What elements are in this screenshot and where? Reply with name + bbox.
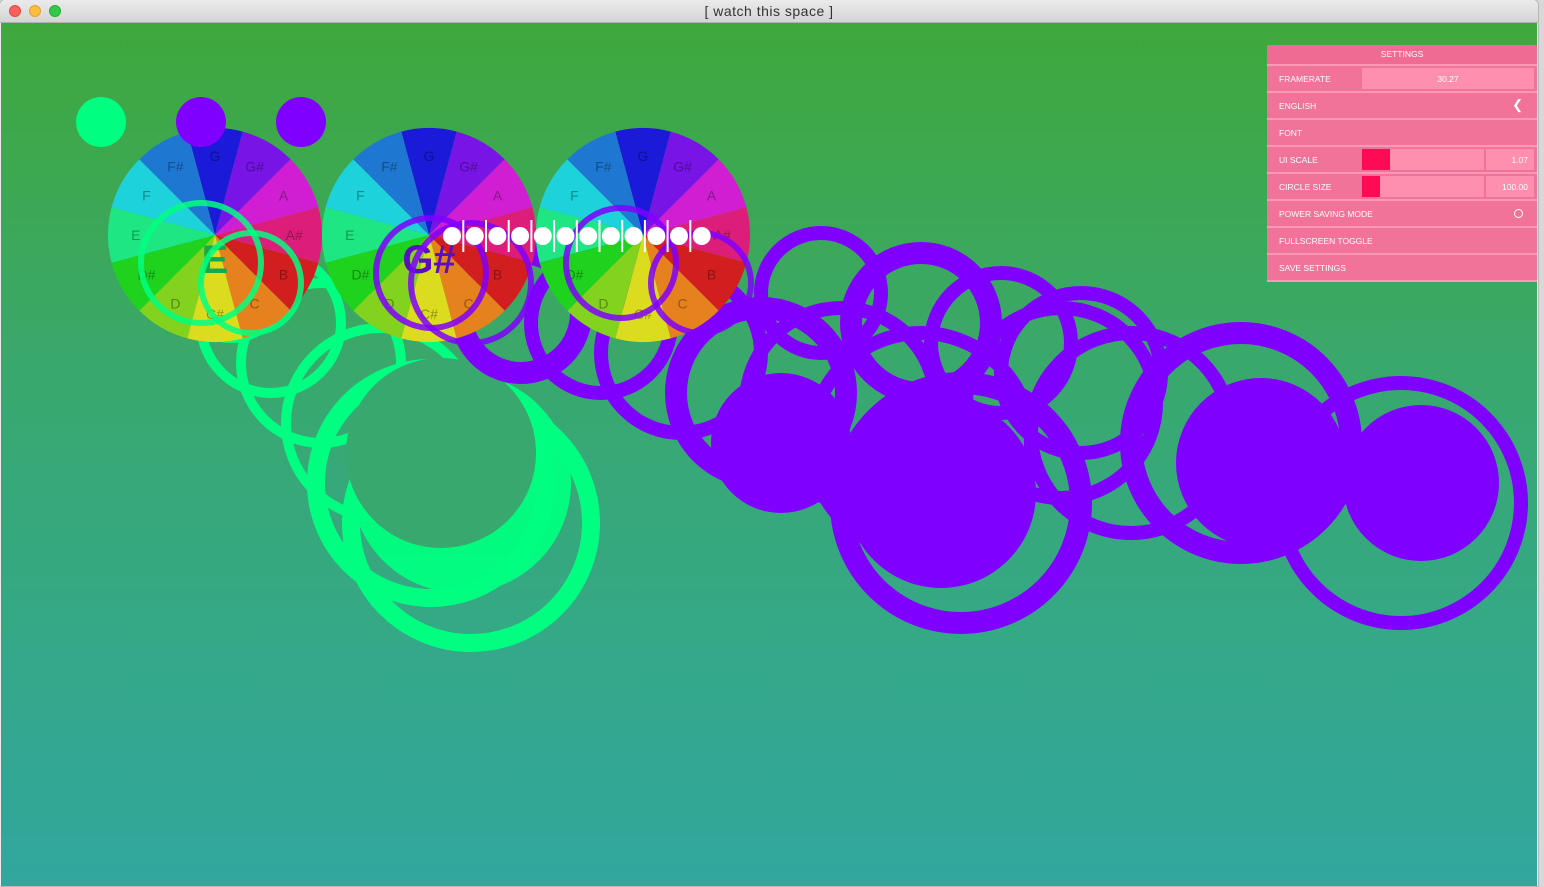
- framerate-value: 30.27: [1437, 74, 1459, 84]
- bead: [556, 227, 575, 245]
- note-label: A: [493, 187, 503, 203]
- chevron-left-icon[interactable]: ❮: [1512, 98, 1523, 111]
- ui-scale-label: UI SCALE: [1279, 155, 1318, 165]
- power-saving-radio-icon[interactable]: [1514, 209, 1523, 218]
- circle-size-slider-fill: [1362, 176, 1381, 197]
- note-label: D#: [351, 267, 369, 283]
- note-label: F: [570, 187, 579, 203]
- bead: [579, 227, 598, 245]
- bead: [647, 227, 666, 245]
- bead: [601, 227, 620, 245]
- settings-panel: SETTINGS FRAMERATE 30.27 ENGLISH ❮ FONT …: [1267, 45, 1537, 282]
- font-label: FONT: [1279, 128, 1303, 138]
- fullscreen-toggle-label: FULLSCREEN TOGGLE: [1279, 236, 1373, 246]
- bead: [488, 227, 507, 245]
- ui-scale-value: 1.07: [1511, 155, 1528, 165]
- ui-scale-slider-fill: [1362, 149, 1391, 170]
- marker-dot: [176, 97, 226, 147]
- circle-size-value-box[interactable]: 100.00: [1486, 176, 1534, 197]
- note-label: A: [707, 187, 717, 203]
- note-label: F: [356, 187, 365, 203]
- bead: [533, 227, 552, 245]
- circle-size-row: CIRCLE SIZE 100.00: [1267, 174, 1537, 201]
- save-settings-label: SAVE SETTINGS: [1279, 263, 1346, 273]
- ui-scale-value-box[interactable]: 1.07: [1486, 149, 1534, 170]
- note-label: D: [598, 296, 608, 312]
- ui-scale-slider[interactable]: [1362, 149, 1484, 170]
- window-title: [ watch this space ]: [704, 3, 834, 19]
- ui-scale-row: UI SCALE 1.07: [1267, 147, 1537, 174]
- bead: [670, 227, 688, 245]
- fullscreen-toggle-button[interactable]: FULLSCREEN TOGGLE: [1267, 228, 1537, 255]
- note-label: F: [142, 187, 151, 203]
- power-saving-toggle[interactable]: POWER SAVING MODE: [1267, 201, 1537, 228]
- bead: [624, 227, 643, 245]
- marker-dot: [76, 97, 126, 147]
- visualizer-canvas[interactable]: GG#AA#BCC#DD#EFF#GG#AA#BCC#DD#EFF#GG#AA#…: [1, 23, 1537, 886]
- purple-trail-disc: [711, 373, 851, 513]
- note-label: F#: [167, 158, 184, 174]
- marker-dot: [276, 97, 326, 147]
- purple-trail-disc: [1343, 405, 1499, 561]
- note-label: D: [170, 296, 180, 312]
- note-label: E: [131, 227, 140, 243]
- font-button[interactable]: FONT: [1267, 120, 1537, 147]
- note-label: G#: [459, 158, 478, 174]
- settings-header: SETTINGS: [1267, 45, 1537, 66]
- note-label: F#: [595, 158, 612, 174]
- bead: [511, 227, 530, 245]
- bead: [443, 227, 461, 245]
- framerate-display: 30.27: [1362, 68, 1534, 89]
- note-label: E: [345, 227, 354, 243]
- note-label: A: [279, 187, 289, 203]
- note-label: G: [210, 148, 221, 164]
- note-label: B: [279, 267, 288, 283]
- note-label: A#: [286, 227, 303, 243]
- note-label: G#: [245, 158, 264, 174]
- save-settings-button[interactable]: SAVE SETTINGS: [1267, 255, 1537, 282]
- note-label: F#: [381, 158, 398, 174]
- title-bar[interactable]: [ watch this space ]: [0, 0, 1538, 23]
- circle-size-label: CIRCLE SIZE: [1279, 182, 1332, 192]
- purple-trail-disc: [846, 398, 1036, 588]
- framerate-label: FRAMERATE: [1279, 74, 1331, 84]
- app-window: [ watch this space ] G G# A A# B C C# D D# E F F# G G…: [0, 0, 1538, 886]
- framerate-row: FRAMERATE 30.27: [1267, 66, 1537, 93]
- language-dropdown[interactable]: ENGLISH ❮: [1267, 93, 1537, 120]
- bead: [692, 227, 711, 245]
- power-saving-label: POWER SAVING MODE: [1279, 209, 1373, 219]
- purple-trail-disc: [1176, 378, 1346, 548]
- circle-size-value: 100.00: [1502, 182, 1528, 192]
- note-label: B: [707, 267, 716, 283]
- note-label: G: [424, 148, 435, 164]
- note-label: G#: [673, 158, 692, 174]
- green-trail-cutout: [346, 358, 536, 548]
- language-label: ENGLISH: [1279, 101, 1317, 111]
- note-label: C: [678, 296, 688, 312]
- circle-size-slider[interactable]: [1362, 176, 1484, 197]
- note-label: G: [638, 148, 649, 164]
- note-label: B: [493, 267, 502, 283]
- bead: [465, 227, 484, 245]
